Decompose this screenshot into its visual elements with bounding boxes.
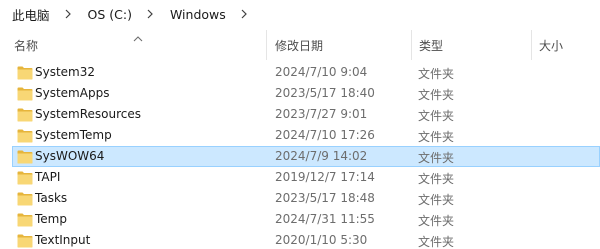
file-row[interactable]: TextInput 2020/1/10 5:30 文件夹 (12, 230, 600, 249)
file-type: 文件夹 (418, 151, 455, 165)
folder-icon[interactable] (17, 150, 33, 164)
file-date-modified: 2024/7/10 9:04 (275, 65, 368, 79)
breadcrumb-item-os-c[interactable]: OS (C:) (76, 0, 158, 28)
address-bar[interactable]: 此电脑 OS (C:) Windows (0, 0, 600, 28)
file-type: 文件夹 (418, 130, 455, 144)
chevron-right-icon[interactable] (142, 6, 158, 22)
file-name[interactable]: SystemTemp (35, 128, 112, 142)
file-name[interactable]: TAPI (35, 170, 60, 184)
folder-icon[interactable] (17, 171, 33, 185)
breadcrumb-label[interactable]: Windows (170, 7, 226, 22)
file-row[interactable]: System32 2024/7/10 9:04 文件夹 (12, 62, 600, 83)
file-date-modified: 2023/7/27 9:01 (275, 107, 368, 121)
file-date-modified: 2019/12/7 17:14 (275, 170, 375, 184)
file-date-modified: 2024/7/31 11:55 (275, 212, 375, 226)
file-date-modified: 2024/7/10 17:26 (275, 128, 375, 142)
chevron-right-icon[interactable] (60, 6, 76, 22)
file-name[interactable]: SystemApps (35, 86, 109, 100)
file-row[interactable]: TAPI 2019/12/7 17:14 文件夹 (12, 167, 600, 188)
breadcrumb-label[interactable]: OS (C:) (88, 7, 132, 22)
column-header-size[interactable]: 大小 (531, 28, 600, 61)
file-type: 文件夹 (418, 88, 455, 102)
file-row[interactable]: SystemTemp 2024/7/10 17:26 文件夹 (12, 125, 600, 146)
breadcrumb-item-windows[interactable]: Windows (158, 0, 252, 28)
folder-icon[interactable] (17, 192, 33, 206)
column-header-date-modified[interactable]: 修改日期 (266, 28, 411, 61)
file-type: 文件夹 (418, 214, 455, 228)
file-type: 文件夹 (418, 109, 455, 123)
file-name[interactable]: Tasks (35, 191, 67, 205)
file-type: 文件夹 (418, 67, 455, 81)
breadcrumb-label[interactable]: 此电脑 (12, 5, 50, 24)
file-name[interactable]: System32 (35, 65, 95, 79)
file-row[interactable]: SysWOW64 2024/7/9 14:02 文件夹 (12, 146, 600, 167)
file-date-modified: 2023/5/17 18:48 (275, 191, 375, 205)
breadcrumb-item-this-pc[interactable]: 此电脑 (0, 0, 76, 28)
chevron-right-icon[interactable] (236, 6, 252, 22)
file-name[interactable]: SystemResources (35, 107, 141, 121)
file-list: System32 2024/7/10 9:04 文件夹 SystemApps 2023/… (0, 62, 600, 249)
folder-icon[interactable] (17, 108, 33, 122)
file-date-modified: 2020/1/10 5:30 (275, 233, 368, 247)
file-name[interactable]: SysWOW64 (35, 149, 104, 163)
column-header-type[interactable]: 类型 (411, 28, 531, 61)
folder-icon[interactable] (17, 213, 33, 227)
file-row[interactable]: Tasks 2023/5/17 18:48 文件夹 (12, 188, 600, 209)
file-name[interactable]: Temp (35, 212, 67, 226)
column-header: 名称 修改日期 类型 大小 (0, 28, 600, 61)
file-row[interactable]: SystemApps 2023/5/17 18:40 文件夹 (12, 83, 600, 104)
file-row[interactable]: Temp 2024/7/31 11:55 文件夹 (12, 209, 600, 230)
file-type: 文件夹 (418, 235, 455, 249)
file-type: 文件夹 (418, 193, 455, 207)
folder-icon[interactable] (17, 87, 33, 101)
file-date-modified: 2024/7/9 14:02 (275, 149, 368, 163)
file-type: 文件夹 (418, 172, 455, 186)
folder-icon[interactable] (17, 234, 33, 248)
column-header-name[interactable]: 名称 (0, 28, 266, 61)
file-name[interactable]: TextInput (35, 233, 90, 247)
file-row[interactable]: SystemResources 2023/7/27 9:01 文件夹 (12, 104, 600, 125)
folder-icon[interactable] (17, 129, 33, 143)
folder-icon[interactable] (17, 66, 33, 80)
file-date-modified: 2023/5/17 18:40 (275, 86, 375, 100)
